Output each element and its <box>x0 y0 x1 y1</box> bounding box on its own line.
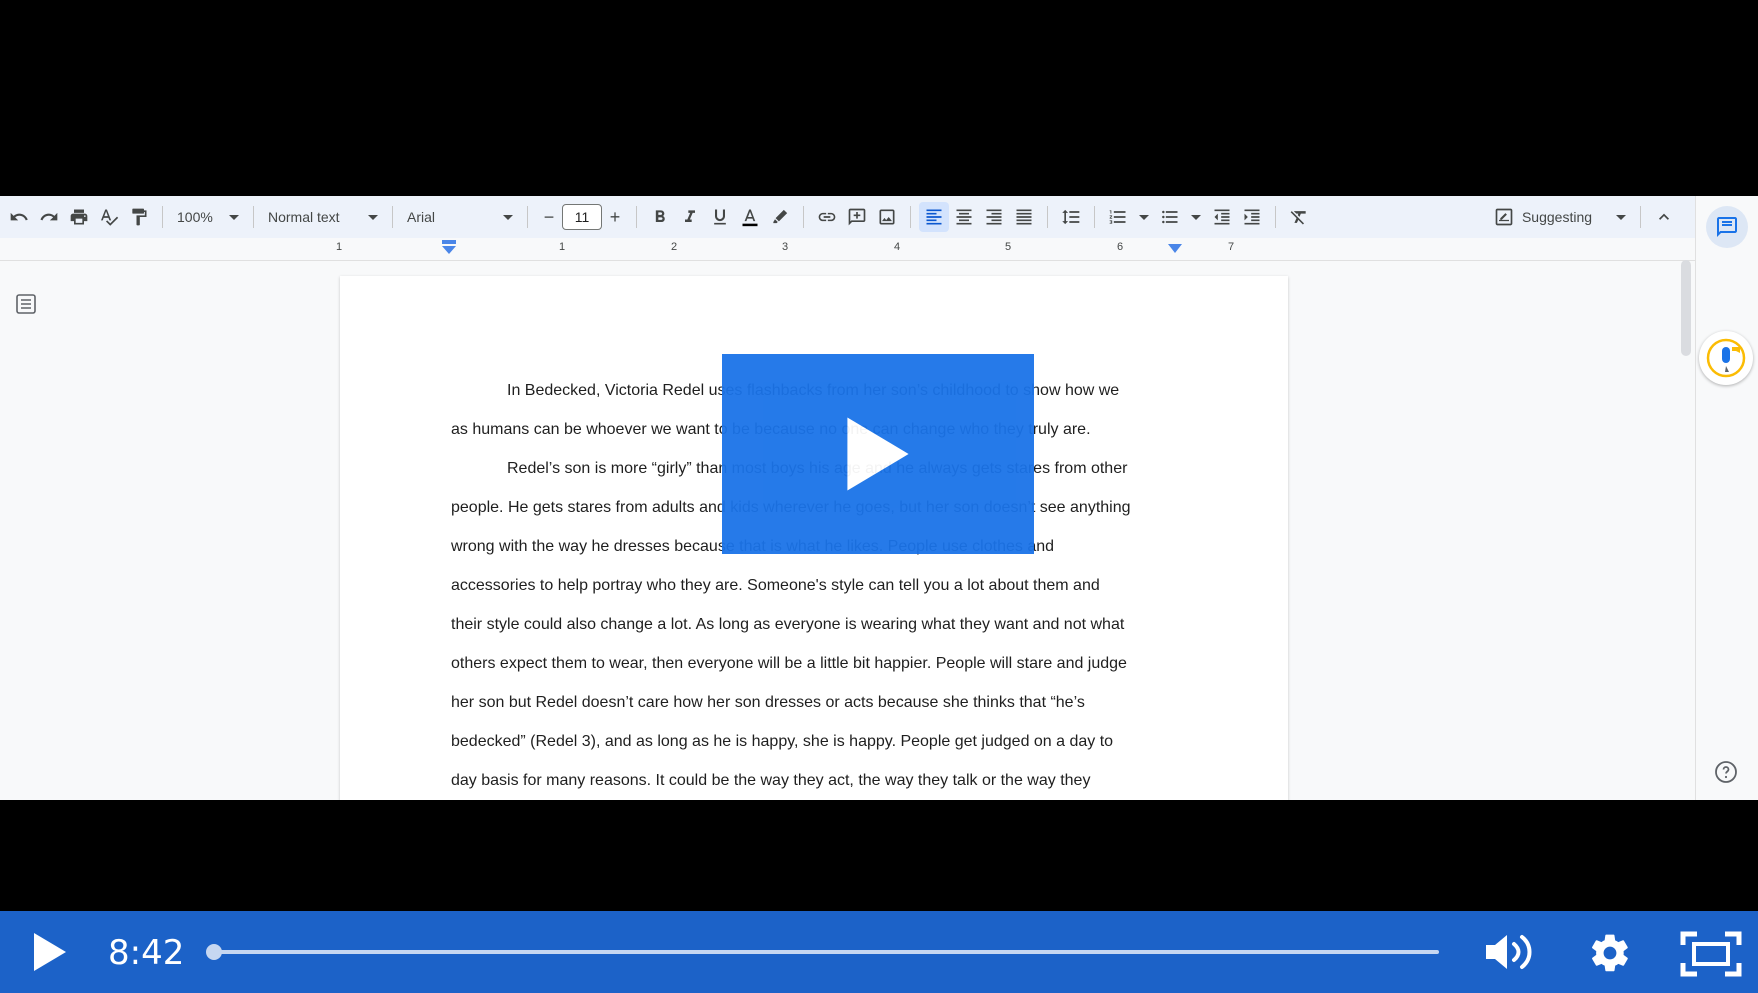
toolbar-divider <box>1275 206 1276 228</box>
progress-track[interactable] <box>206 944 1439 960</box>
ruler-mark: 1 <box>559 241 566 253</box>
redo-icon[interactable] <box>34 202 64 232</box>
chevron-down-icon <box>229 214 239 220</box>
ruler-mark: 1 <box>336 241 343 253</box>
spellcheck-icon[interactable] <box>94 202 124 232</box>
editing-mode-dropdown[interactable]: Suggesting <box>1488 203 1632 231</box>
toolbar-divider <box>803 206 804 228</box>
volume-button[interactable] <box>1484 931 1536 973</box>
doc-line: her son but Redel doesn’t care how her s… <box>451 694 1085 711</box>
toolbar-divider <box>910 206 911 228</box>
first-line-indent-marker[interactable] <box>441 240 457 254</box>
zoom-dropdown[interactable]: 100% <box>171 203 245 231</box>
ruler-mark: 4 <box>894 241 901 253</box>
numbered-list-icon[interactable] <box>1103 202 1133 232</box>
style-value: Normal text <box>268 209 340 225</box>
chevron-down-icon <box>1616 214 1626 220</box>
bulleted-list-icon[interactable] <box>1155 202 1185 232</box>
underline-icon[interactable] <box>705 202 735 232</box>
highlight-icon[interactable] <box>765 202 795 232</box>
insert-image-icon[interactable] <box>872 202 902 232</box>
microphone-extension-icon <box>1706 338 1746 378</box>
toolbar-divider <box>253 206 254 228</box>
font-value: Arial <box>407 209 436 225</box>
gear-icon <box>1592 934 1628 972</box>
chevron-down-icon <box>368 214 378 220</box>
toolbar-divider <box>392 206 393 228</box>
toolbar-divider <box>636 206 637 228</box>
bold-icon[interactable] <box>645 202 675 232</box>
play-icon <box>34 933 66 971</box>
ruler-mark: 2 <box>671 241 678 253</box>
link-icon[interactable] <box>812 202 842 232</box>
font-size-input[interactable]: 11 <box>562 204 602 230</box>
document-outline-icon[interactable] <box>14 292 38 316</box>
chevron-down-icon[interactable] <box>1139 214 1149 220</box>
settings-button[interactable] <box>1588 931 1632 975</box>
undo-icon[interactable] <box>4 202 34 232</box>
paint-format-icon[interactable] <box>124 202 154 232</box>
ruler-mark: 7 <box>1228 241 1235 253</box>
chevron-up-icon[interactable] <box>1649 202 1679 232</box>
text-color-icon[interactable] <box>735 202 765 232</box>
zoom-value: 100% <box>177 209 213 225</box>
progress-thumb[interactable] <box>206 944 222 960</box>
style-dropdown[interactable]: Normal text <box>262 203 384 231</box>
decrease-indent-icon[interactable] <box>1207 202 1237 232</box>
chevron-down-icon[interactable] <box>1191 214 1201 220</box>
suggest-edits-icon <box>1495 208 1513 226</box>
align-center-icon[interactable] <box>949 202 979 232</box>
comment-icon <box>1717 217 1737 237</box>
align-right-icon[interactable] <box>979 202 1009 232</box>
print-icon[interactable] <box>64 202 94 232</box>
doc-line: day basis for many reasons. It could be … <box>451 772 1091 789</box>
doc-line: others expect them to wear, then everyon… <box>451 655 1127 672</box>
line-spacing-icon[interactable] <box>1056 202 1086 232</box>
decrease-font-size-button[interactable]: − <box>536 204 562 230</box>
play-icon <box>847 417 909 491</box>
ruler-mark: 6 <box>1117 241 1124 253</box>
fullscreen-button[interactable] <box>1680 931 1742 977</box>
font-dropdown[interactable]: Arial <box>401 203 519 231</box>
help-icon[interactable] <box>1714 760 1738 784</box>
volume-icon <box>1486 935 1532 969</box>
toolbar-divider <box>1640 206 1641 228</box>
font-size-control: − 11 + <box>536 204 628 230</box>
video-play-overlay-button[interactable] <box>722 354 1034 554</box>
add-comment-icon[interactable] <box>842 202 872 232</box>
increase-font-size-button[interactable]: + <box>602 204 628 230</box>
align-left-icon[interactable] <box>919 202 949 232</box>
scrollbar[interactable] <box>1681 260 1691 356</box>
fullscreen-icon <box>1680 931 1742 977</box>
toolbar-divider <box>162 206 163 228</box>
right-indent-marker[interactable] <box>1167 244 1183 254</box>
chevron-down-icon <box>503 214 513 220</box>
extension-button[interactable] <box>1699 331 1753 385</box>
increase-indent-icon[interactable] <box>1237 202 1267 232</box>
doc-line: bedecked” (Redel 3), and as long as he i… <box>451 733 1114 750</box>
justify-icon[interactable] <box>1009 202 1039 232</box>
current-time: 8:42 <box>108 933 185 973</box>
play-button[interactable] <box>30 931 70 973</box>
comment-history-button[interactable] <box>1706 206 1748 248</box>
italic-icon[interactable] <box>675 202 705 232</box>
docs-toolbar: 100% Normal text Arial − 11 + Suggesting <box>0 196 1695 238</box>
ruler-mark: 5 <box>1005 241 1012 253</box>
toolbar-divider <box>527 206 528 228</box>
video-controls-bar: 8:42 <box>0 911 1758 993</box>
doc-line: their style could also change a lot. As … <box>451 616 1125 633</box>
ruler-mark: 3 <box>782 241 789 253</box>
ruler[interactable]: 1 1 2 3 4 5 6 7 <box>0 238 1695 261</box>
toolbar-divider <box>1094 206 1095 228</box>
clear-formatting-icon[interactable] <box>1284 202 1314 232</box>
side-panel <box>1695 196 1758 800</box>
editing-mode-value: Suggesting <box>1521 209 1593 225</box>
doc-line: accessories to help portray who they are… <box>451 577 1100 594</box>
toolbar-divider <box>1047 206 1048 228</box>
